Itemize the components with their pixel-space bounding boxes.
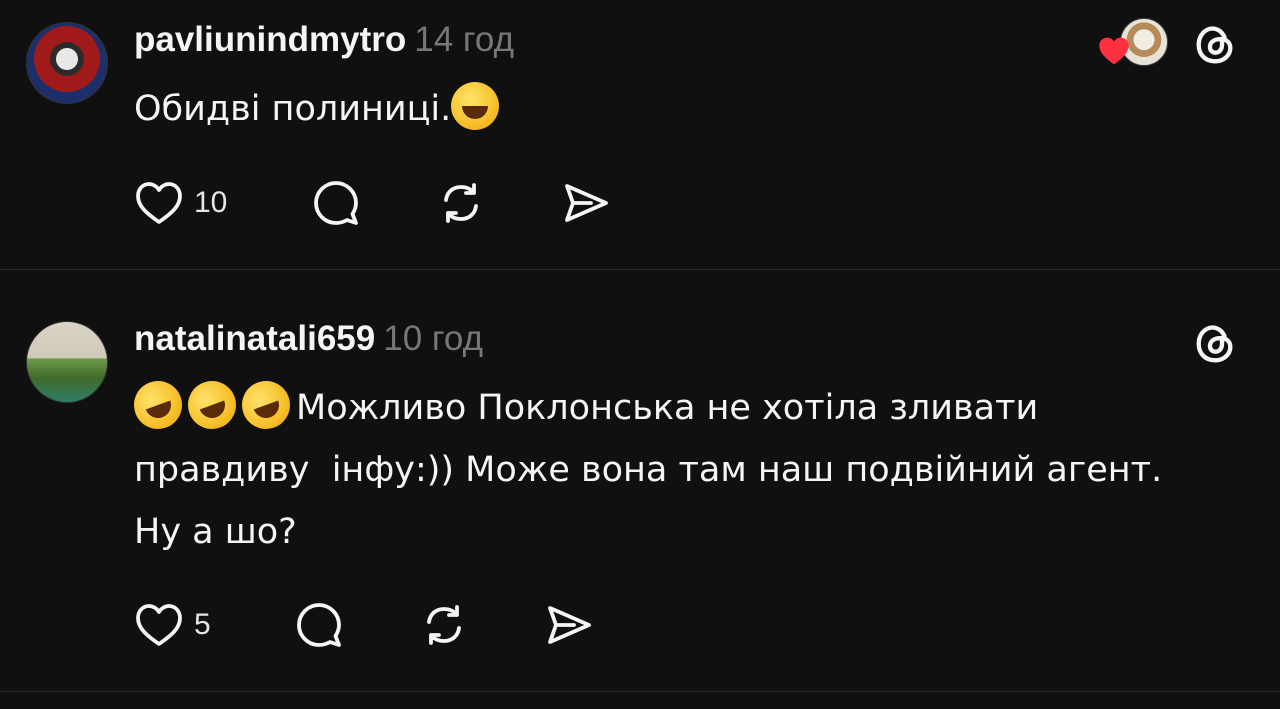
threads-icon[interactable]: [1192, 321, 1238, 367]
like-count: 10: [194, 186, 228, 219]
like-count: 5: [194, 608, 211, 641]
liked-by-author-indicator: [1098, 18, 1168, 68]
heart-icon: [136, 182, 182, 224]
comment-icon: [314, 181, 358, 225]
rolling-on-floor-laughing-emoji: [127, 374, 189, 436]
post-time: 14 год: [414, 20, 515, 59]
heart-filled-icon: [1099, 37, 1129, 65]
repost-button[interactable]: [436, 178, 561, 228]
username[interactable]: natalinatali659: [134, 319, 375, 358]
post-header: natalinatali659 10 год: [134, 319, 483, 359]
avatar[interactable]: [26, 22, 108, 104]
like-button[interactable]: 5: [134, 600, 294, 650]
share-icon: [548, 606, 591, 644]
rolling-on-floor-laughing-emoji: [235, 374, 297, 436]
post-actions: 10: [134, 178, 611, 228]
threads-icon[interactable]: [1192, 22, 1238, 68]
like-button[interactable]: 10: [134, 178, 311, 228]
post-text: Можливо Поклонська не хотіла зливати пра…: [127, 374, 1204, 563]
repost-button[interactable]: [419, 600, 544, 650]
post-natalinatali659: natalinatali659 10 год Можливо Поклонська…: [0, 271, 1280, 692]
grinning-face-emoji: [451, 82, 500, 130]
rolling-on-floor-laughing-emoji: [181, 374, 243, 436]
share-icon: [565, 184, 608, 222]
repost-icon: [444, 183, 478, 223]
username[interactable]: pavliunindmytro: [134, 20, 406, 59]
heart-icon: [136, 604, 182, 646]
post-time: 10 год: [383, 319, 484, 358]
post-header: pavliunindmytro 14 год: [134, 20, 514, 60]
comment-button[interactable]: [294, 600, 419, 650]
post-pavliunindmytro: pavliunindmytro 14 год Обидві полиниці. 1…: [0, 0, 1280, 270]
comment-icon: [297, 603, 341, 647]
share-button[interactable]: [544, 600, 594, 650]
share-button[interactable]: [561, 178, 611, 228]
post-text: Обидві полиниці.: [134, 78, 1204, 140]
repost-icon: [427, 605, 461, 645]
post-actions: 5: [134, 600, 594, 650]
avatar[interactable]: [26, 321, 108, 403]
comment-button[interactable]: [311, 178, 436, 228]
